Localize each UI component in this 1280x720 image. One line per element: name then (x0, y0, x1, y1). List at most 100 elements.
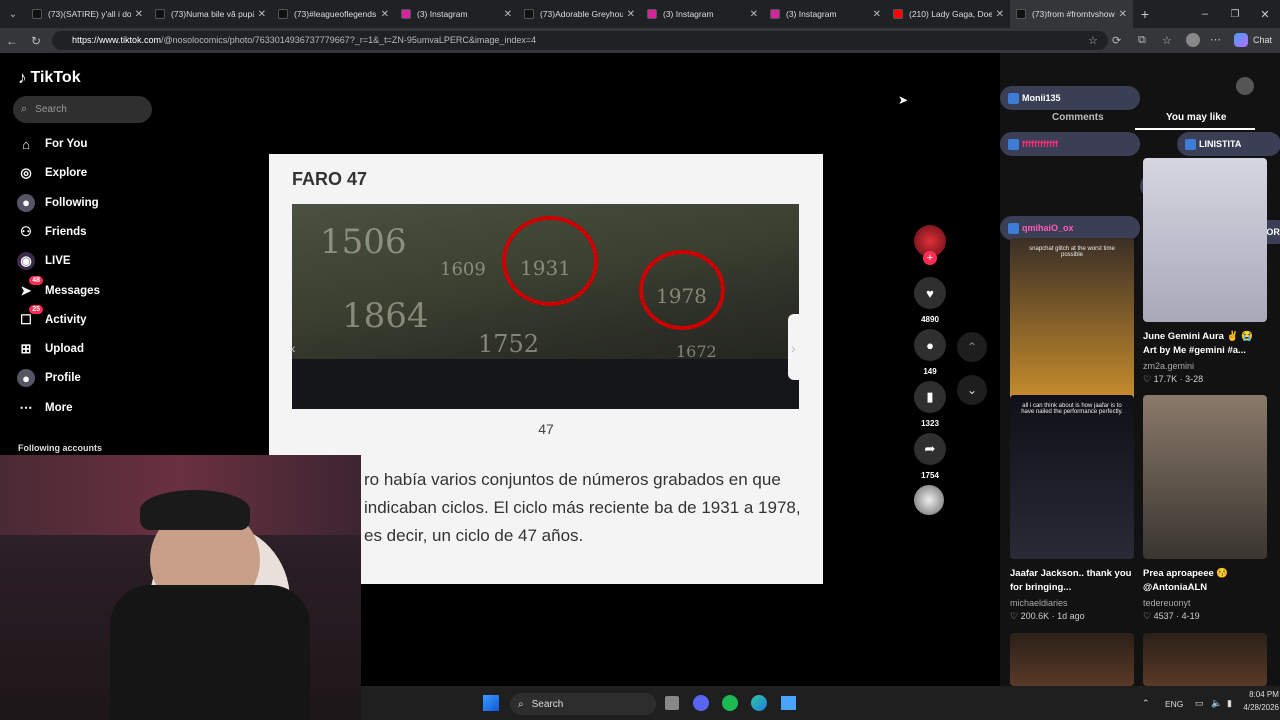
address-bar: ← ↻ https://www.tiktok.com/@nosolocomics… (0, 28, 1280, 53)
copilot-icon[interactable] (1234, 33, 1248, 47)
video-thumbnail[interactable] (1143, 395, 1267, 559)
active-tab-indicator (1135, 128, 1255, 130)
tray-chevron-icon[interactable]: ⌃ (1142, 698, 1150, 709)
browser-tab[interactable]: (3) Instagram ✕ (641, 0, 764, 28)
close-tab-icon[interactable]: ✕ (381, 9, 389, 20)
reload-button[interactable]: ↻ (24, 34, 48, 48)
video-meta: ♡ 200.6K · 1d ago (1010, 611, 1085, 621)
recommended-video-card[interactable]: all i can think about is how jaafar is t… (1010, 395, 1134, 622)
url-field[interactable]: https://www.tiktok.com/@nosolocomics/pho… (52, 31, 1108, 50)
speaker-icon[interactable]: 🔈 (1211, 698, 1222, 709)
recommended-video-card[interactable]: Prea aproapeee 😚 @AntoniaALN tedereuonyt… (1143, 395, 1267, 622)
follow-plus-icon[interactable]: + (923, 251, 937, 265)
sidebar-item-upload[interactable]: ⊞ Upload (17, 340, 84, 358)
sidebar-item-label: Friends (45, 225, 87, 238)
windows-start-icon[interactable] (483, 695, 499, 711)
user-avatar[interactable] (1236, 77, 1254, 95)
video-thumbnail-partial[interactable] (1143, 633, 1267, 686)
thumbnail-caption: snapchat glitch at the worst time possib… (1029, 246, 1115, 258)
close-tab-icon[interactable]: ✕ (873, 9, 881, 20)
taskbar-search[interactable]: ⌕ Search (510, 693, 656, 715)
edge-icon[interactable] (751, 695, 767, 711)
live-chat-pill[interactable]: qmihaiO_ox (1000, 216, 1140, 240)
close-tab-icon[interactable]: ✕ (504, 9, 512, 20)
video-thumbnail-partial[interactable] (1010, 633, 1134, 686)
profile-avatar[interactable] (1186, 33, 1200, 47)
sidebar-item-live[interactable]: ◉ LIVE (17, 252, 71, 271)
video-author[interactable]: michaeldiaries (1010, 598, 1134, 608)
browser-tab[interactable]: (73)from #fromtvshow ✕ (1010, 0, 1133, 28)
sidebar-item-more[interactable]: ⋯ More (17, 399, 73, 417)
video-thumbnail[interactable]: all i can think about is how jaafar is t… (1010, 395, 1134, 559)
like-button[interactable]: ♥ (914, 277, 946, 309)
live-chat-pill[interactable]: Monii135 (1000, 86, 1140, 110)
author-avatar[interactable]: + (914, 225, 946, 265)
back-button[interactable]: ← (0, 34, 24, 48)
chat-username: ffffffffffff (1022, 139, 1058, 149)
sidebar-item-for-you[interactable]: ⌂ For You (17, 135, 87, 153)
sidebar-item-messages[interactable]: ➤ 48 Messages (17, 275, 100, 300)
chat-badge-icon (1185, 138, 1196, 150)
close-tab-icon[interactable]: ✕ (627, 9, 635, 20)
clock-date[interactable]: 4/28/2026 (1229, 703, 1279, 712)
close-tab-icon[interactable]: ✕ (996, 9, 1004, 20)
tiktok-icon (155, 9, 165, 19)
close-tab-icon[interactable]: ✕ (1119, 9, 1127, 20)
video-author[interactable]: tedereuonyt (1143, 598, 1267, 608)
video-author[interactable]: zm2a.gemini (1143, 361, 1267, 371)
recommended-video-card[interactable]: June Gemini Aura ✌️ 😭 Art by Me #gemini … (1143, 158, 1267, 385)
monitor-icon[interactable]: ▭ (1195, 698, 1204, 709)
tab-list-chevron-icon[interactable]: ⌄ (0, 9, 26, 20)
browser-tab[interactable]: (73)#leagueoflegends # ✕ (272, 0, 395, 28)
sidebar-item-activity[interactable]: ☐ 25 Activity (17, 304, 87, 329)
tab-comments[interactable]: Comments (1052, 112, 1104, 123)
puzzle-icon[interactable]: ⧉ (1138, 34, 1146, 47)
sidebar-item-friends[interactable]: ⚇ Friends (17, 223, 87, 241)
scroll-up-button[interactable]: ⌃ (957, 332, 987, 362)
app-icon[interactable] (781, 696, 796, 710)
live-chat-pill[interactable]: LINISTITA (1177, 132, 1280, 156)
minimize-button[interactable]: – (1190, 8, 1220, 20)
browser-tab[interactable]: (3) Instagram ✕ (395, 0, 518, 28)
restore-button[interactable]: ❐ (1220, 9, 1250, 20)
star-icon[interactable]: ☆ (1088, 34, 1098, 47)
close-tab-icon[interactable]: ✕ (258, 9, 266, 20)
extension-icon[interactable]: ⟳ (1112, 34, 1121, 47)
video-thumbnail[interactable]: snapchat glitch at the worst time possib… (1010, 238, 1134, 402)
tiktok-logo[interactable]: ♪ TikTok (18, 68, 81, 88)
tiktok-icon (278, 9, 288, 19)
task-view-icon[interactable] (665, 696, 679, 710)
discord-icon[interactable] (693, 695, 709, 711)
spotify-icon[interactable] (722, 695, 738, 711)
video-thumbnail[interactable] (1143, 158, 1267, 322)
save-button[interactable]: ▮ (914, 381, 946, 413)
search-input[interactable]: ⌕ Search (13, 96, 152, 123)
chat-button[interactable]: Chat (1253, 35, 1272, 45)
browser-tab[interactable]: (210) Lady Gaga, Doechii ✕ (887, 0, 1010, 28)
close-tab-icon[interactable]: ✕ (750, 9, 758, 20)
menu-icon[interactable]: ⋯ (1210, 33, 1221, 46)
browser-tab[interactable]: (73)Adorable Greyhound ✕ (518, 0, 641, 28)
close-tab-icon[interactable]: ✕ (135, 9, 143, 20)
carousel-prev-icon[interactable]: ‹ (291, 340, 296, 356)
sidebar-item-profile[interactable]: ● Profile (17, 369, 81, 388)
favorites-icon[interactable]: ☆ (1162, 34, 1172, 47)
carousel-next-icon[interactable]: › (791, 340, 796, 356)
browser-tab[interactable]: (73)Numa bile vă pupă ✕ (149, 0, 272, 28)
sound-disc[interactable] (914, 485, 946, 515)
sidebar-item-following[interactable]: ● Following (17, 193, 99, 212)
share-button[interactable]: ➦ (914, 433, 946, 465)
url-domain: https://www.tiktok.com (72, 35, 162, 45)
live-chat-pill[interactable]: ffffffffffff (1000, 132, 1140, 156)
clock-time[interactable]: 8:04 PM (1249, 690, 1279, 699)
language-indicator[interactable]: ENG (1165, 699, 1183, 709)
browser-tab[interactable]: (73)(SATIRE) y'all i don't ✕ (26, 0, 149, 28)
tab-you-may-like[interactable]: You may like (1166, 112, 1226, 123)
new-tab-button[interactable]: + (1133, 6, 1157, 22)
tab-label: (73)from #fromtvshow (1032, 9, 1115, 19)
close-window-button[interactable]: ✕ (1250, 8, 1280, 21)
comment-button[interactable]: ● (914, 329, 946, 361)
sidebar-item-explore[interactable]: ◎ Explore (17, 164, 87, 182)
scroll-down-button[interactable]: ⌄ (957, 375, 987, 405)
browser-tab[interactable]: (3) Instagram ✕ (764, 0, 887, 28)
